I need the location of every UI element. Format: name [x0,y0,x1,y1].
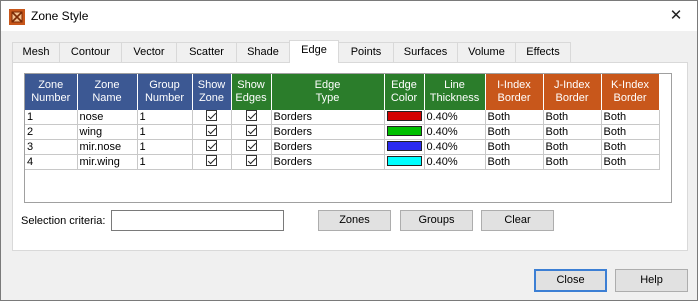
cell-line-thickness[interactable]: 0.40% [424,139,486,155]
cell-j-index-border[interactable]: Both [543,139,602,155]
header-group-number[interactable]: Group Number [137,74,193,110]
close-button[interactable]: Close [534,269,607,292]
cell-group-number[interactable]: 1 [137,110,193,125]
tab-shade[interactable]: Shade [236,42,290,62]
cell-line-thickness[interactable]: 0.40% [424,110,486,125]
edge-color-swatch[interactable] [386,125,422,136]
show-edges-checkbox[interactable] [245,155,257,166]
cell-zone-name[interactable]: mir.wing [77,154,138,170]
cell-i-index-border[interactable]: Both [485,139,544,155]
show-zone-checkbox[interactable] [206,140,217,151]
header-k-index-border[interactable]: K-Index Border [601,74,660,110]
zone-style-dialog: Zone Style ✕ Mesh Contour Vector Scatter… [0,0,698,301]
edge-color-swatch[interactable] [386,155,422,166]
cell-k-index-border[interactable]: Both [601,139,660,155]
tab-effects[interactable]: Effects [515,42,571,62]
show-edges-checkbox[interactable] [245,140,257,151]
header-show-zone[interactable]: Show Zone [192,74,232,110]
window-close-icon[interactable]: ✕ [661,4,691,28]
header-zone-number[interactable]: Zone Number [25,74,78,110]
cell-j-index-border[interactable]: Both [543,154,602,170]
header-i-index-border[interactable]: I-Index Border [485,74,544,110]
cell-edge-color[interactable] [384,139,425,155]
zone-table: Zone Number Zone Name Group Number Show Zone… [25,74,660,170]
table-row[interactable]: 1 nose 1 Borders 0.40% Both Both Both [25,110,660,125]
title-bar: Zone Style ✕ [1,1,697,31]
cell-edge-color[interactable] [384,154,425,170]
header-line-thickness[interactable]: Line Thickness [424,74,486,110]
cell-edge-color[interactable] [384,124,425,140]
cell-k-index-border[interactable]: Both [601,124,660,140]
show-zone-checkbox[interactable] [206,110,217,121]
cell-show-edges[interactable] [231,124,272,140]
cell-edge-color[interactable] [384,110,425,125]
table-row[interactable]: 3 mir.nose 1 Borders 0.40% Both Both Bot… [25,139,660,155]
cell-show-edges[interactable] [231,154,272,170]
cell-group-number[interactable]: 1 [137,154,193,170]
cell-show-zone[interactable] [192,110,232,125]
cell-j-index-border[interactable]: Both [543,124,602,140]
cell-edge-type[interactable]: Borders [271,154,385,170]
zone-edge-grid: Zone Number Zone Name Group Number Show Zone… [24,73,672,203]
cell-line-thickness[interactable]: 0.40% [424,124,486,140]
tab-surfaces[interactable]: Surfaces [393,42,458,62]
cell-zone-number[interactable]: 4 [25,154,78,170]
tab-edge[interactable]: Edge [289,40,339,63]
cell-show-edges[interactable] [231,139,272,155]
header-edge-color[interactable]: Edge Color [384,74,425,110]
table-header-row: Zone Number Zone Name Group Number Show Zone… [25,74,660,110]
edge-tab-panel: Zone Number Zone Name Group Number Show Zone… [12,62,688,251]
cell-i-index-border[interactable]: Both [485,110,544,125]
cell-group-number[interactable]: 1 [137,124,193,140]
cell-k-index-border[interactable]: Both [601,154,660,170]
selection-criteria-input[interactable] [111,210,284,231]
groups-button[interactable]: Groups [400,210,473,231]
cell-edge-type[interactable]: Borders [271,124,385,140]
selection-criteria-label: Selection criteria: [21,215,106,227]
cell-show-zone[interactable] [192,139,232,155]
help-button[interactable]: Help [615,269,688,292]
header-zone-name[interactable]: Zone Name [77,74,138,110]
show-edges-checkbox[interactable] [245,110,257,121]
zones-button[interactable]: Zones [318,210,391,231]
tab-volume[interactable]: Volume [457,42,516,62]
cell-i-index-border[interactable]: Both [485,124,544,140]
cell-k-index-border[interactable]: Both [601,110,660,125]
cell-zone-name[interactable]: wing [77,124,138,140]
cell-line-thickness[interactable]: 0.40% [424,154,486,170]
table-row[interactable]: 4 mir.wing 1 Borders 0.40% Both Both Bot… [25,154,660,170]
header-j-index-border[interactable]: J-Index Border [543,74,602,110]
table-row[interactable]: 2 wing 1 Borders 0.40% Both Both Both [25,124,660,140]
window-title: Zone Style [31,9,89,23]
cell-zone-number[interactable]: 3 [25,139,78,155]
tab-points[interactable]: Points [338,42,394,62]
show-zone-checkbox[interactable] [206,155,217,166]
cell-show-zone[interactable] [192,124,232,140]
header-show-edges[interactable]: Show Edges [231,74,272,110]
tab-scatter[interactable]: Scatter [176,42,237,62]
cell-j-index-border[interactable]: Both [543,110,602,125]
tab-vector[interactable]: Vector [121,42,177,62]
zone-style-app-icon [9,9,25,25]
cell-show-zone[interactable] [192,154,232,170]
cell-zone-name[interactable]: nose [77,110,138,125]
cell-i-index-border[interactable]: Both [485,154,544,170]
show-edges-checkbox[interactable] [245,125,257,136]
tab-contour[interactable]: Contour [59,42,122,62]
cell-show-edges[interactable] [231,110,272,125]
header-edge-type[interactable]: Edge Type [271,74,385,110]
edge-color-swatch[interactable] [386,110,422,121]
clear-button[interactable]: Clear [481,210,554,231]
cell-zone-number[interactable]: 1 [25,110,78,125]
edge-color-swatch[interactable] [386,140,422,151]
cell-edge-type[interactable]: Borders [271,139,385,155]
tab-mesh[interactable]: Mesh [12,42,60,62]
cell-zone-name[interactable]: mir.nose [77,139,138,155]
cell-zone-number[interactable]: 2 [25,124,78,140]
cell-edge-type[interactable]: Borders [271,110,385,125]
show-zone-checkbox[interactable] [206,125,217,136]
cell-group-number[interactable]: 1 [137,139,193,155]
